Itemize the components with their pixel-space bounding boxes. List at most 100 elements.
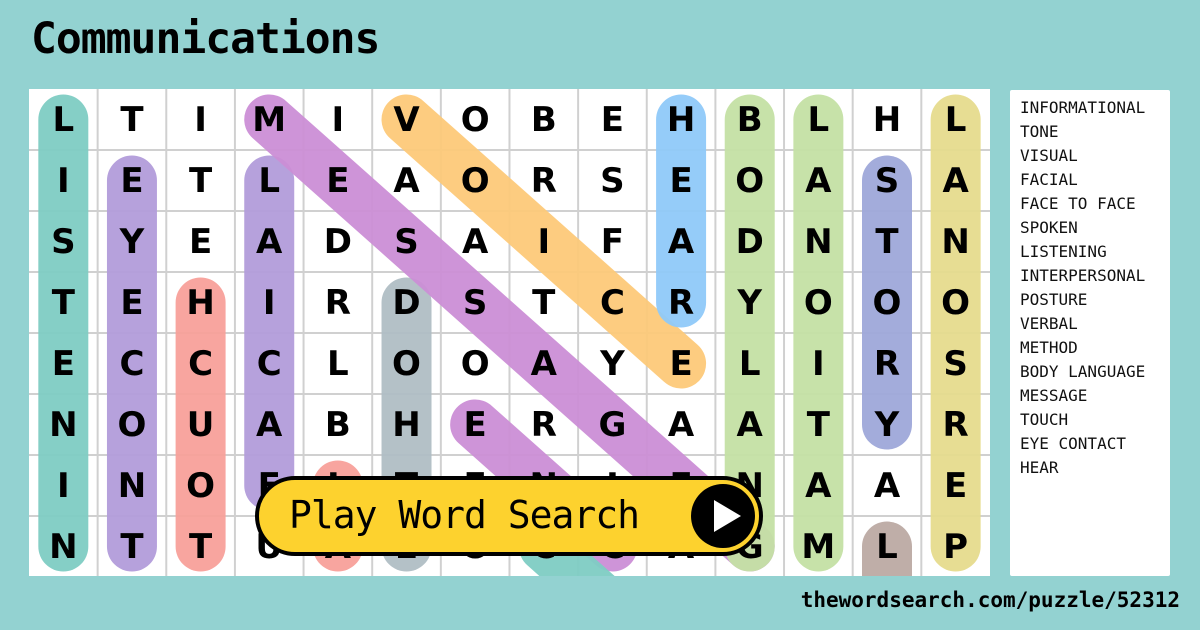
grid-letter[interactable]: H — [647, 89, 716, 150]
grid-letter[interactable]: O — [715, 150, 784, 211]
grid-letter[interactable]: R — [647, 272, 716, 333]
grid-letter[interactable]: Y — [98, 211, 167, 272]
grid-letter[interactable]: N — [98, 455, 167, 516]
grid-letter[interactable]: R — [304, 272, 373, 333]
grid-letter[interactable]: B — [304, 394, 373, 455]
grid-letter[interactable]: I — [166, 89, 235, 150]
grid-letter[interactable]: A — [921, 150, 990, 211]
grid-letter[interactable]: P — [921, 516, 990, 576]
grid-letter[interactable]: E — [441, 394, 510, 455]
grid-letter[interactable]: A — [235, 394, 304, 455]
grid-letter[interactable]: I — [29, 150, 98, 211]
grid-letter[interactable]: R — [509, 394, 578, 455]
grid-letter[interactable]: B — [509, 89, 578, 150]
grid-letter[interactable]: O — [921, 272, 990, 333]
grid-letter[interactable]: C — [578, 272, 647, 333]
grid-letter[interactable]: S — [29, 211, 98, 272]
grid-letter[interactable]: A — [509, 333, 578, 394]
grid-letter[interactable]: I — [235, 272, 304, 333]
grid-letter[interactable]: L — [304, 333, 373, 394]
grid-letter[interactable]: B — [715, 89, 784, 150]
grid-letter[interactable]: E — [647, 150, 716, 211]
grid-letter[interactable]: S — [441, 272, 510, 333]
grid-letter[interactable]: Y — [853, 394, 922, 455]
grid-letter[interactable]: F — [578, 211, 647, 272]
grid-letter[interactable]: E — [98, 150, 167, 211]
grid-letter[interactable]: A — [441, 211, 510, 272]
grid-letter[interactable]: E — [29, 333, 98, 394]
grid-letter[interactable]: I — [784, 333, 853, 394]
grid-letter[interactable]: Y — [578, 333, 647, 394]
grid-letter[interactable]: C — [98, 333, 167, 394]
grid-letter[interactable]: O — [372, 333, 441, 394]
grid-letter[interactable]: O — [166, 455, 235, 516]
grid-letter[interactable]: T — [509, 272, 578, 333]
grid-letter[interactable]: N — [29, 516, 98, 576]
grid-letter[interactable]: U — [166, 394, 235, 455]
grid-letter[interactable]: T — [98, 89, 167, 150]
grid-letter[interactable]: I — [29, 455, 98, 516]
grid-letter[interactable]: A — [235, 211, 304, 272]
grid-letter[interactable]: T — [29, 272, 98, 333]
play-word-search-button[interactable]: Play Word Search — [255, 476, 763, 556]
grid-letter[interactable]: D — [715, 211, 784, 272]
grid-letter[interactable]: S — [372, 211, 441, 272]
grid-letter[interactable]: N — [921, 211, 990, 272]
grid-letter[interactable]: L — [853, 516, 922, 576]
grid-letter[interactable]: A — [784, 455, 853, 516]
grid-letter[interactable]: S — [853, 150, 922, 211]
grid-letter[interactable]: H — [166, 272, 235, 333]
grid-letter[interactable]: T — [98, 516, 167, 576]
grid-letter[interactable]: H — [853, 89, 922, 150]
grid-letter[interactable]: A — [715, 394, 784, 455]
grid-letter[interactable]: T — [853, 211, 922, 272]
grid-letter[interactable]: L — [784, 89, 853, 150]
grid-letter[interactable]: A — [853, 455, 922, 516]
grid-letter[interactable]: A — [784, 150, 853, 211]
grid-letter[interactable]: A — [372, 150, 441, 211]
grid-letter[interactable]: M — [784, 516, 853, 576]
grid-letter[interactable]: N — [29, 394, 98, 455]
word-list-item: EYE CONTACT — [1020, 434, 1126, 453]
grid-letter[interactable]: Y — [715, 272, 784, 333]
grid-letter[interactable]: O — [441, 150, 510, 211]
grid-letter[interactable]: R — [509, 150, 578, 211]
grid-letter[interactable]: E — [304, 150, 373, 211]
grid-letter[interactable]: O — [98, 394, 167, 455]
grid-letter[interactable]: E — [647, 333, 716, 394]
grid-letter[interactable]: V — [372, 89, 441, 150]
grid-letter[interactable]: S — [921, 333, 990, 394]
word-list-item: VERBAL — [1020, 314, 1078, 333]
grid-letter[interactable]: E — [166, 211, 235, 272]
grid-letter[interactable]: C — [235, 333, 304, 394]
grid-letter[interactable]: L — [235, 150, 304, 211]
grid-letter[interactable]: L — [29, 89, 98, 150]
grid-letter[interactable]: I — [304, 89, 373, 150]
grid-letter[interactable]: S — [578, 150, 647, 211]
grid-letter[interactable]: E — [578, 89, 647, 150]
grid-letter[interactable]: T — [166, 150, 235, 211]
grid-letter[interactable]: A — [647, 211, 716, 272]
grid-letter[interactable]: O — [853, 272, 922, 333]
grid-letter[interactable]: L — [921, 89, 990, 150]
grid-letter[interactable]: M — [235, 89, 304, 150]
grid-letter[interactable]: D — [304, 211, 373, 272]
grid-letter[interactable]: R — [921, 394, 990, 455]
grid-letter[interactable]: E — [921, 455, 990, 516]
grid-letter[interactable]: T — [784, 394, 853, 455]
grid-letter[interactable]: O — [784, 272, 853, 333]
grid-letter[interactable]: G — [578, 394, 647, 455]
grid-letter[interactable]: A — [647, 394, 716, 455]
grid-letter[interactable]: D — [372, 272, 441, 333]
grid-letter[interactable]: E — [98, 272, 167, 333]
grid-letter[interactable]: I — [509, 211, 578, 272]
grid-letter[interactable]: T — [166, 516, 235, 576]
grid-letter[interactable]: O — [441, 89, 510, 150]
grid-letter[interactable]: H — [372, 394, 441, 455]
grid-letter[interactable]: N — [784, 211, 853, 272]
puzzle-url[interactable]: thewordsearch.com/puzzle/52312 — [801, 588, 1180, 612]
grid-letter[interactable]: C — [166, 333, 235, 394]
grid-letter[interactable]: L — [715, 333, 784, 394]
grid-letter[interactable]: R — [853, 333, 922, 394]
grid-letter[interactable]: O — [441, 333, 510, 394]
